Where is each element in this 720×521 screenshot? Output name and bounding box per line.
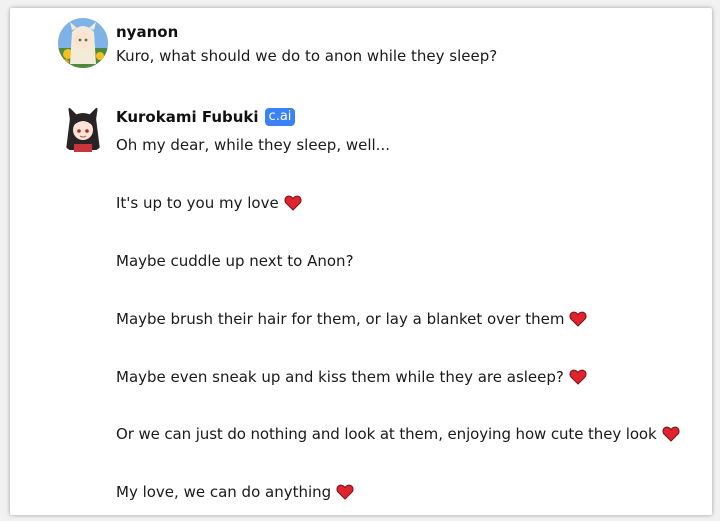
message-line: Maybe cuddle up next to Anon? <box>116 251 354 271</box>
red-heart-icon <box>662 426 680 442</box>
author-row: Kurokami Fubuki c.ai <box>116 107 296 127</box>
avatar-kurokami-fubuki[interactable] <box>58 104 108 154</box>
message-text: Kuro, what should we do to anon while th… <box>116 47 498 65</box>
message-line: Oh my dear, while they sleep, well... <box>116 135 390 155</box>
chat-window: nyanon Kuro, what should we do to anon w… <box>10 8 712 515</box>
message-text: Maybe brush their hair for them, or lay … <box>116 310 565 328</box>
avatar-nyanon-image <box>58 18 108 68</box>
message-text: It's up to you my love <box>116 194 279 212</box>
red-heart-icon <box>336 484 354 500</box>
ai-badge: c.ai <box>264 108 296 126</box>
author-row: nyanon <box>116 22 178 42</box>
red-heart-icon <box>284 195 302 211</box>
avatar-kurokami-fubuki-image <box>58 104 108 154</box>
message-line: Maybe even sneak up and kiss them while … <box>116 367 587 387</box>
red-heart-icon <box>569 369 587 385</box>
author-name[interactable]: nyanon <box>116 22 178 42</box>
message-line: Or we can just do nothing and look at th… <box>116 424 680 444</box>
message-text: Oh my dear, while they sleep, well... <box>116 136 390 154</box>
message-text: My love, we can do anything <box>116 483 332 501</box>
message-line: Maybe brush their hair for them, or lay … <box>116 309 587 329</box>
message-text: Or we can just do nothing and look at th… <box>116 425 657 443</box>
message-line: It's up to you my love <box>116 193 302 213</box>
message-line: My love, we can do anything <box>116 482 354 502</box>
avatar-nyanon[interactable] <box>58 18 108 68</box>
message-text: Maybe cuddle up next to Anon? <box>116 252 354 270</box>
red-heart-icon <box>569 311 587 327</box>
message-line: Kuro, what should we do to anon while th… <box>116 46 497 66</box>
message-text: Maybe even sneak up and kiss them while … <box>116 368 564 386</box>
author-name[interactable]: Kurokami Fubuki <box>116 107 259 127</box>
